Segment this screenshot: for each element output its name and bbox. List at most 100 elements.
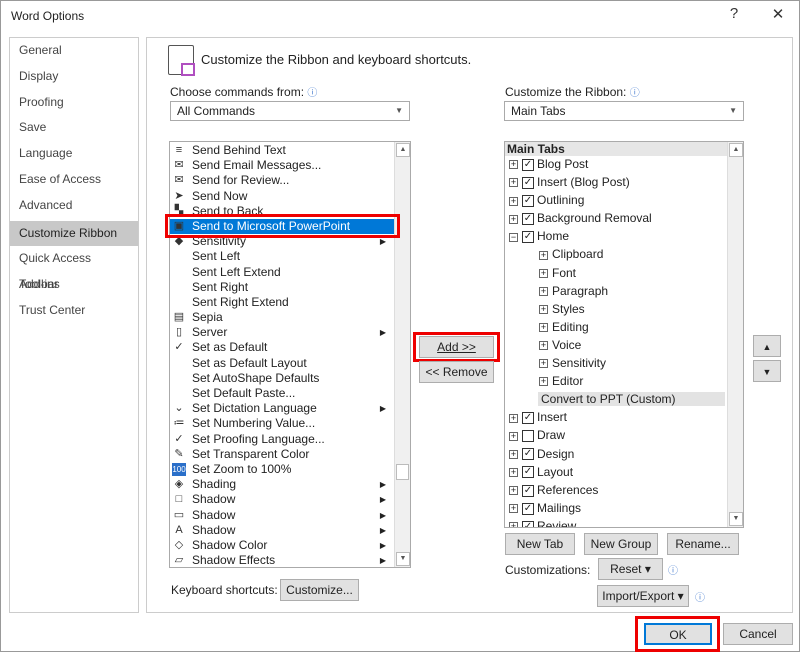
remove-button[interactable]: << Remove: [419, 361, 494, 383]
customize-ribbon-dropdown[interactable]: Main Tabs ▼: [504, 101, 744, 121]
customize-shortcuts-button[interactable]: Customize...: [280, 579, 359, 601]
checkbox[interactable]: ✓: [522, 213, 534, 226]
tree-item[interactable]: + Editing: [509, 318, 727, 336]
sidebar-item-customize-ribbon[interactable]: Customize Ribbon: [10, 220, 138, 247]
move-down-button[interactable]: ▼: [753, 360, 781, 382]
checkbox[interactable]: ✓: [522, 502, 534, 515]
tree-item[interactable]: + Voice: [509, 336, 727, 354]
tree-item[interactable]: + ✓ Mailings: [509, 499, 727, 517]
command-item[interactable]: ◇ Shadow Color ▶: [170, 538, 394, 553]
checkbox[interactable]: ✓: [522, 484, 534, 497]
tree-item[interactable]: + ✓ Blog Post: [509, 155, 727, 173]
command-item[interactable]: ✓ Set as Default: [170, 340, 394, 355]
command-item[interactable]: ▤ Sepia: [170, 310, 394, 325]
checkbox[interactable]: [522, 430, 534, 443]
command-item[interactable]: Sent Left Extend: [170, 265, 394, 280]
expand-icon[interactable]: +: [509, 504, 518, 514]
checkbox[interactable]: ✓: [522, 158, 534, 171]
checkbox[interactable]: ✓: [522, 412, 534, 425]
tree-item[interactable]: − ✓ Home: [509, 227, 727, 245]
scroll-up-icon[interactable]: ▲: [729, 143, 743, 157]
command-item[interactable]: Set AutoShape Defaults: [170, 371, 394, 386]
expand-icon[interactable]: +: [539, 286, 548, 296]
tree-item[interactable]: + ✓ Outlining: [509, 191, 727, 209]
expand-icon[interactable]: +: [509, 522, 518, 527]
scroll-down-icon[interactable]: ▼: [729, 512, 743, 526]
expand-icon[interactable]: +: [539, 323, 548, 333]
expand-icon[interactable]: +: [509, 449, 518, 459]
new-tab-button[interactable]: New Tab: [505, 533, 575, 555]
cancel-button[interactable]: Cancel: [723, 623, 793, 645]
command-item[interactable]: ✉ Send Email Messages...: [170, 158, 394, 173]
expand-icon[interactable]: +: [509, 214, 518, 224]
command-item[interactable]: ➤ Send Now: [170, 189, 394, 204]
import-export-button[interactable]: Import/Export ▾: [597, 585, 689, 607]
tree-item[interactable]: + ✓ Design: [509, 445, 727, 463]
expand-icon[interactable]: +: [539, 305, 548, 315]
sidebar-item-ease-of-access[interactable]: Ease of Access: [10, 167, 138, 193]
command-item[interactable]: ◈ Shading ▶: [170, 477, 394, 492]
tree-scrollbar[interactable]: ▲ ▼: [727, 142, 743, 527]
command-item[interactable]: ▱ Shadow Effects ▶: [170, 553, 394, 567]
command-item[interactable]: ⌄ Set Dictation Language ▶: [170, 401, 394, 416]
commands-list[interactable]: ≡ Send Behind Text ✉ Send Email Messages...…: [169, 141, 411, 568]
help-button[interactable]: ?: [719, 5, 749, 22]
tree-item[interactable]: + Draw: [509, 426, 727, 444]
close-button[interactable]: ✕: [763, 5, 793, 23]
checkbox[interactable]: ✓: [522, 520, 534, 527]
expand-icon[interactable]: +: [539, 341, 548, 351]
tree-item[interactable]: + Styles: [509, 300, 727, 318]
expand-icon[interactable]: +: [509, 413, 518, 423]
checkbox[interactable]: ✓: [522, 231, 534, 244]
tree-item[interactable]: + Paragraph: [509, 282, 727, 300]
tree-item[interactable]: + ✓ Review: [509, 517, 727, 527]
tree-item[interactable]: + ✓ Insert (Blog Post): [509, 173, 727, 191]
checkbox[interactable]: ✓: [522, 466, 534, 479]
new-group-button[interactable]: New Group: [584, 533, 658, 555]
expand-icon[interactable]: +: [509, 178, 518, 188]
command-item[interactable]: Sent Right: [170, 280, 394, 295]
expand-icon[interactable]: +: [509, 486, 518, 496]
command-item[interactable]: ✎ Set Transparent Color: [170, 447, 394, 462]
expand-icon[interactable]: +: [539, 250, 548, 260]
command-item[interactable]: Sent Left: [170, 249, 394, 264]
command-item[interactable]: A Shadow ▶: [170, 523, 394, 538]
sidebar-item-general[interactable]: General: [10, 38, 138, 64]
commands-scrollbar[interactable]: ▲ ▼: [394, 142, 410, 567]
move-up-button[interactable]: ▲: [753, 335, 781, 357]
expand-icon[interactable]: +: [509, 431, 518, 441]
tree-item[interactable]: + Sensitivity: [509, 354, 727, 372]
command-item[interactable]: ✓ Set Proofing Language...: [170, 432, 394, 447]
sidebar-item-advanced[interactable]: Advanced: [10, 193, 138, 219]
tree-item[interactable]: + ✓ References: [509, 481, 727, 499]
expand-icon[interactable]: +: [509, 467, 518, 477]
expand-icon[interactable]: +: [539, 359, 548, 369]
scroll-down-icon[interactable]: ▼: [396, 552, 410, 566]
scroll-up-icon[interactable]: ▲: [396, 143, 410, 157]
reset-button[interactable]: Reset ▾: [598, 558, 663, 580]
expand-icon[interactable]: +: [539, 377, 548, 387]
command-item[interactable]: ▯ Server ▶: [170, 325, 394, 340]
sidebar-item-proofing[interactable]: Proofing: [10, 90, 138, 116]
tree-item[interactable]: + Clipboard: [509, 245, 727, 263]
sidebar-item-display[interactable]: Display: [10, 64, 138, 90]
command-item[interactable]: Sent Right Extend: [170, 295, 394, 310]
command-item[interactable]: ≡ Send Behind Text: [170, 143, 394, 158]
command-item[interactable]: ▭ Shadow ▶: [170, 508, 394, 523]
checkbox[interactable]: ✓: [522, 176, 534, 189]
checkbox[interactable]: ✓: [522, 195, 534, 208]
sidebar-item-language[interactable]: Language: [10, 141, 138, 167]
command-item[interactable]: Set as Default Layout: [170, 356, 394, 371]
tree-item[interactable]: + ✓ Insert: [509, 408, 727, 426]
scroll-thumb[interactable]: [396, 464, 409, 480]
command-item[interactable]: ✉ Send for Review...: [170, 173, 394, 188]
command-item[interactable]: ≔ Set Numbering Value...: [170, 416, 394, 431]
sidebar-item-save[interactable]: Save: [10, 115, 138, 141]
command-item[interactable]: 100 Set Zoom to 100%: [170, 462, 394, 477]
tree-item[interactable]: + ✓ Layout: [509, 463, 727, 481]
checkbox[interactable]: ✓: [522, 448, 534, 461]
expand-icon[interactable]: +: [509, 196, 518, 206]
sidebar-item-trust-center[interactable]: Trust Center: [10, 298, 138, 324]
tree-item[interactable]: + ✓ Background Removal: [509, 209, 727, 227]
expand-icon[interactable]: +: [539, 268, 548, 278]
